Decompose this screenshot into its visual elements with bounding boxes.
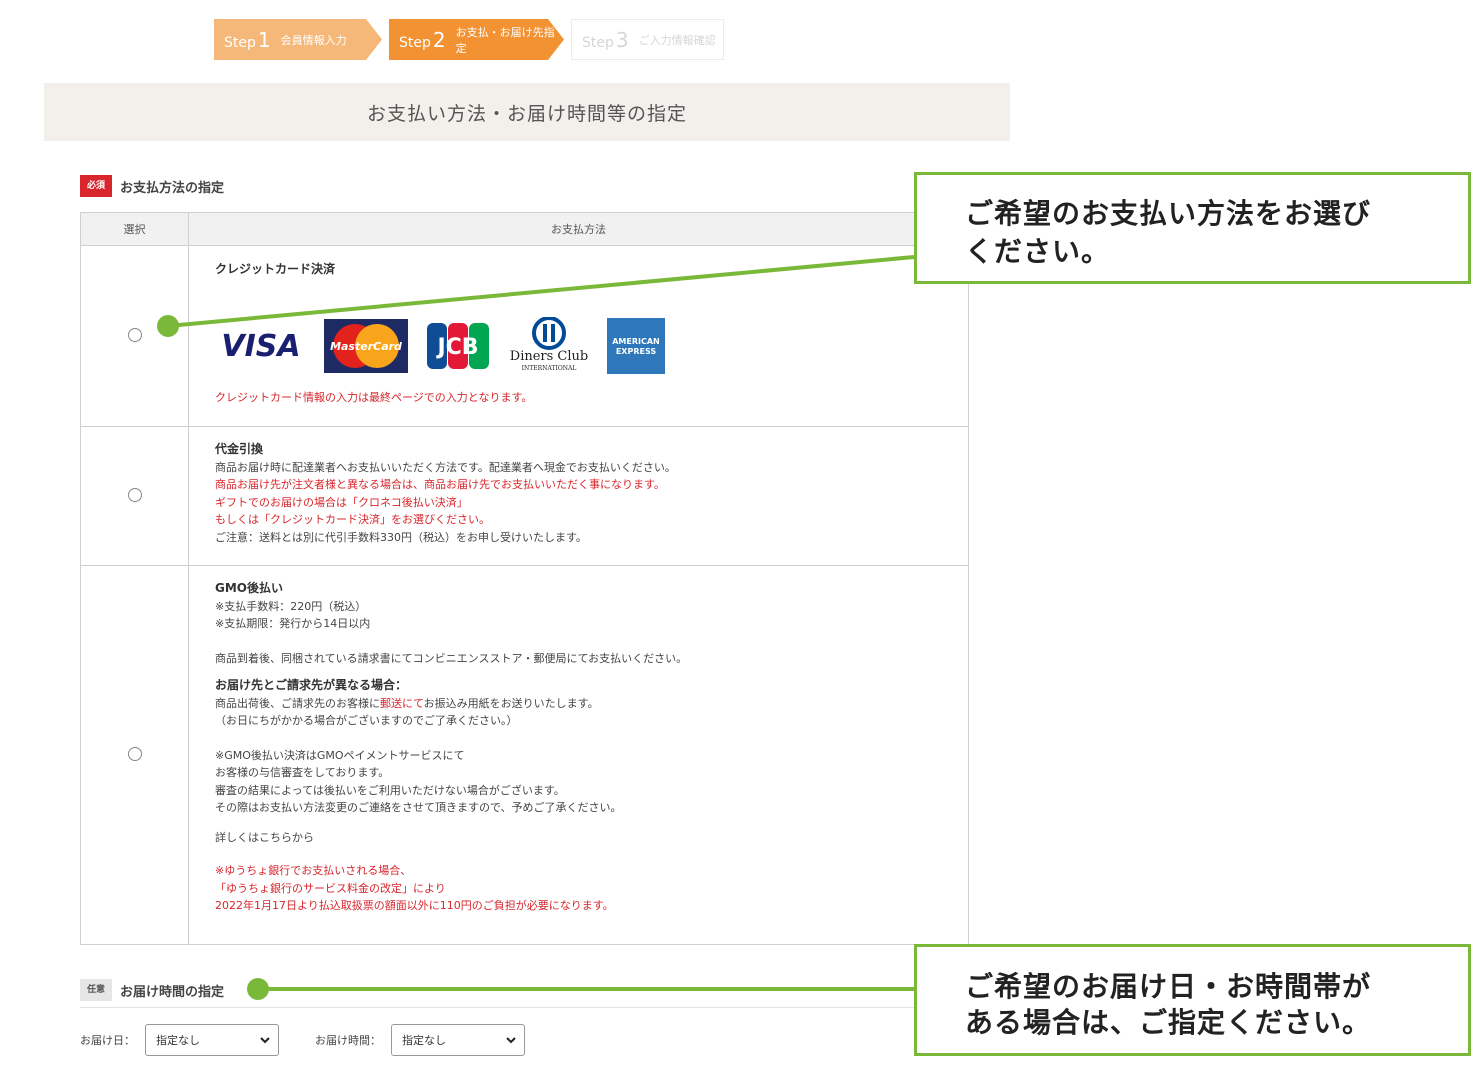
delivery-callout-line-1: ご希望のお届け日・お時間帯が — [965, 970, 1372, 1003]
payment-callout-line-1: ご希望のお支払い方法をお選び — [965, 197, 1372, 230]
delivery-callout-line-2: ある場合は、ご指定ください。 — [965, 1006, 1372, 1039]
payment-callout-line-2: ください。 — [965, 235, 1111, 268]
callout-connectors — [157, 255, 915, 1000]
payment-callout-dot — [157, 315, 179, 337]
payment-callout: ご希望のお支払い方法をお選び ください。 — [914, 172, 1471, 284]
payment-callout-line — [167, 255, 915, 328]
delivery-callout-dot — [247, 978, 269, 1000]
delivery-callout: ご希望のお届け日・お時間帯が ある場合は、ご指定ください。 — [914, 944, 1471, 1056]
